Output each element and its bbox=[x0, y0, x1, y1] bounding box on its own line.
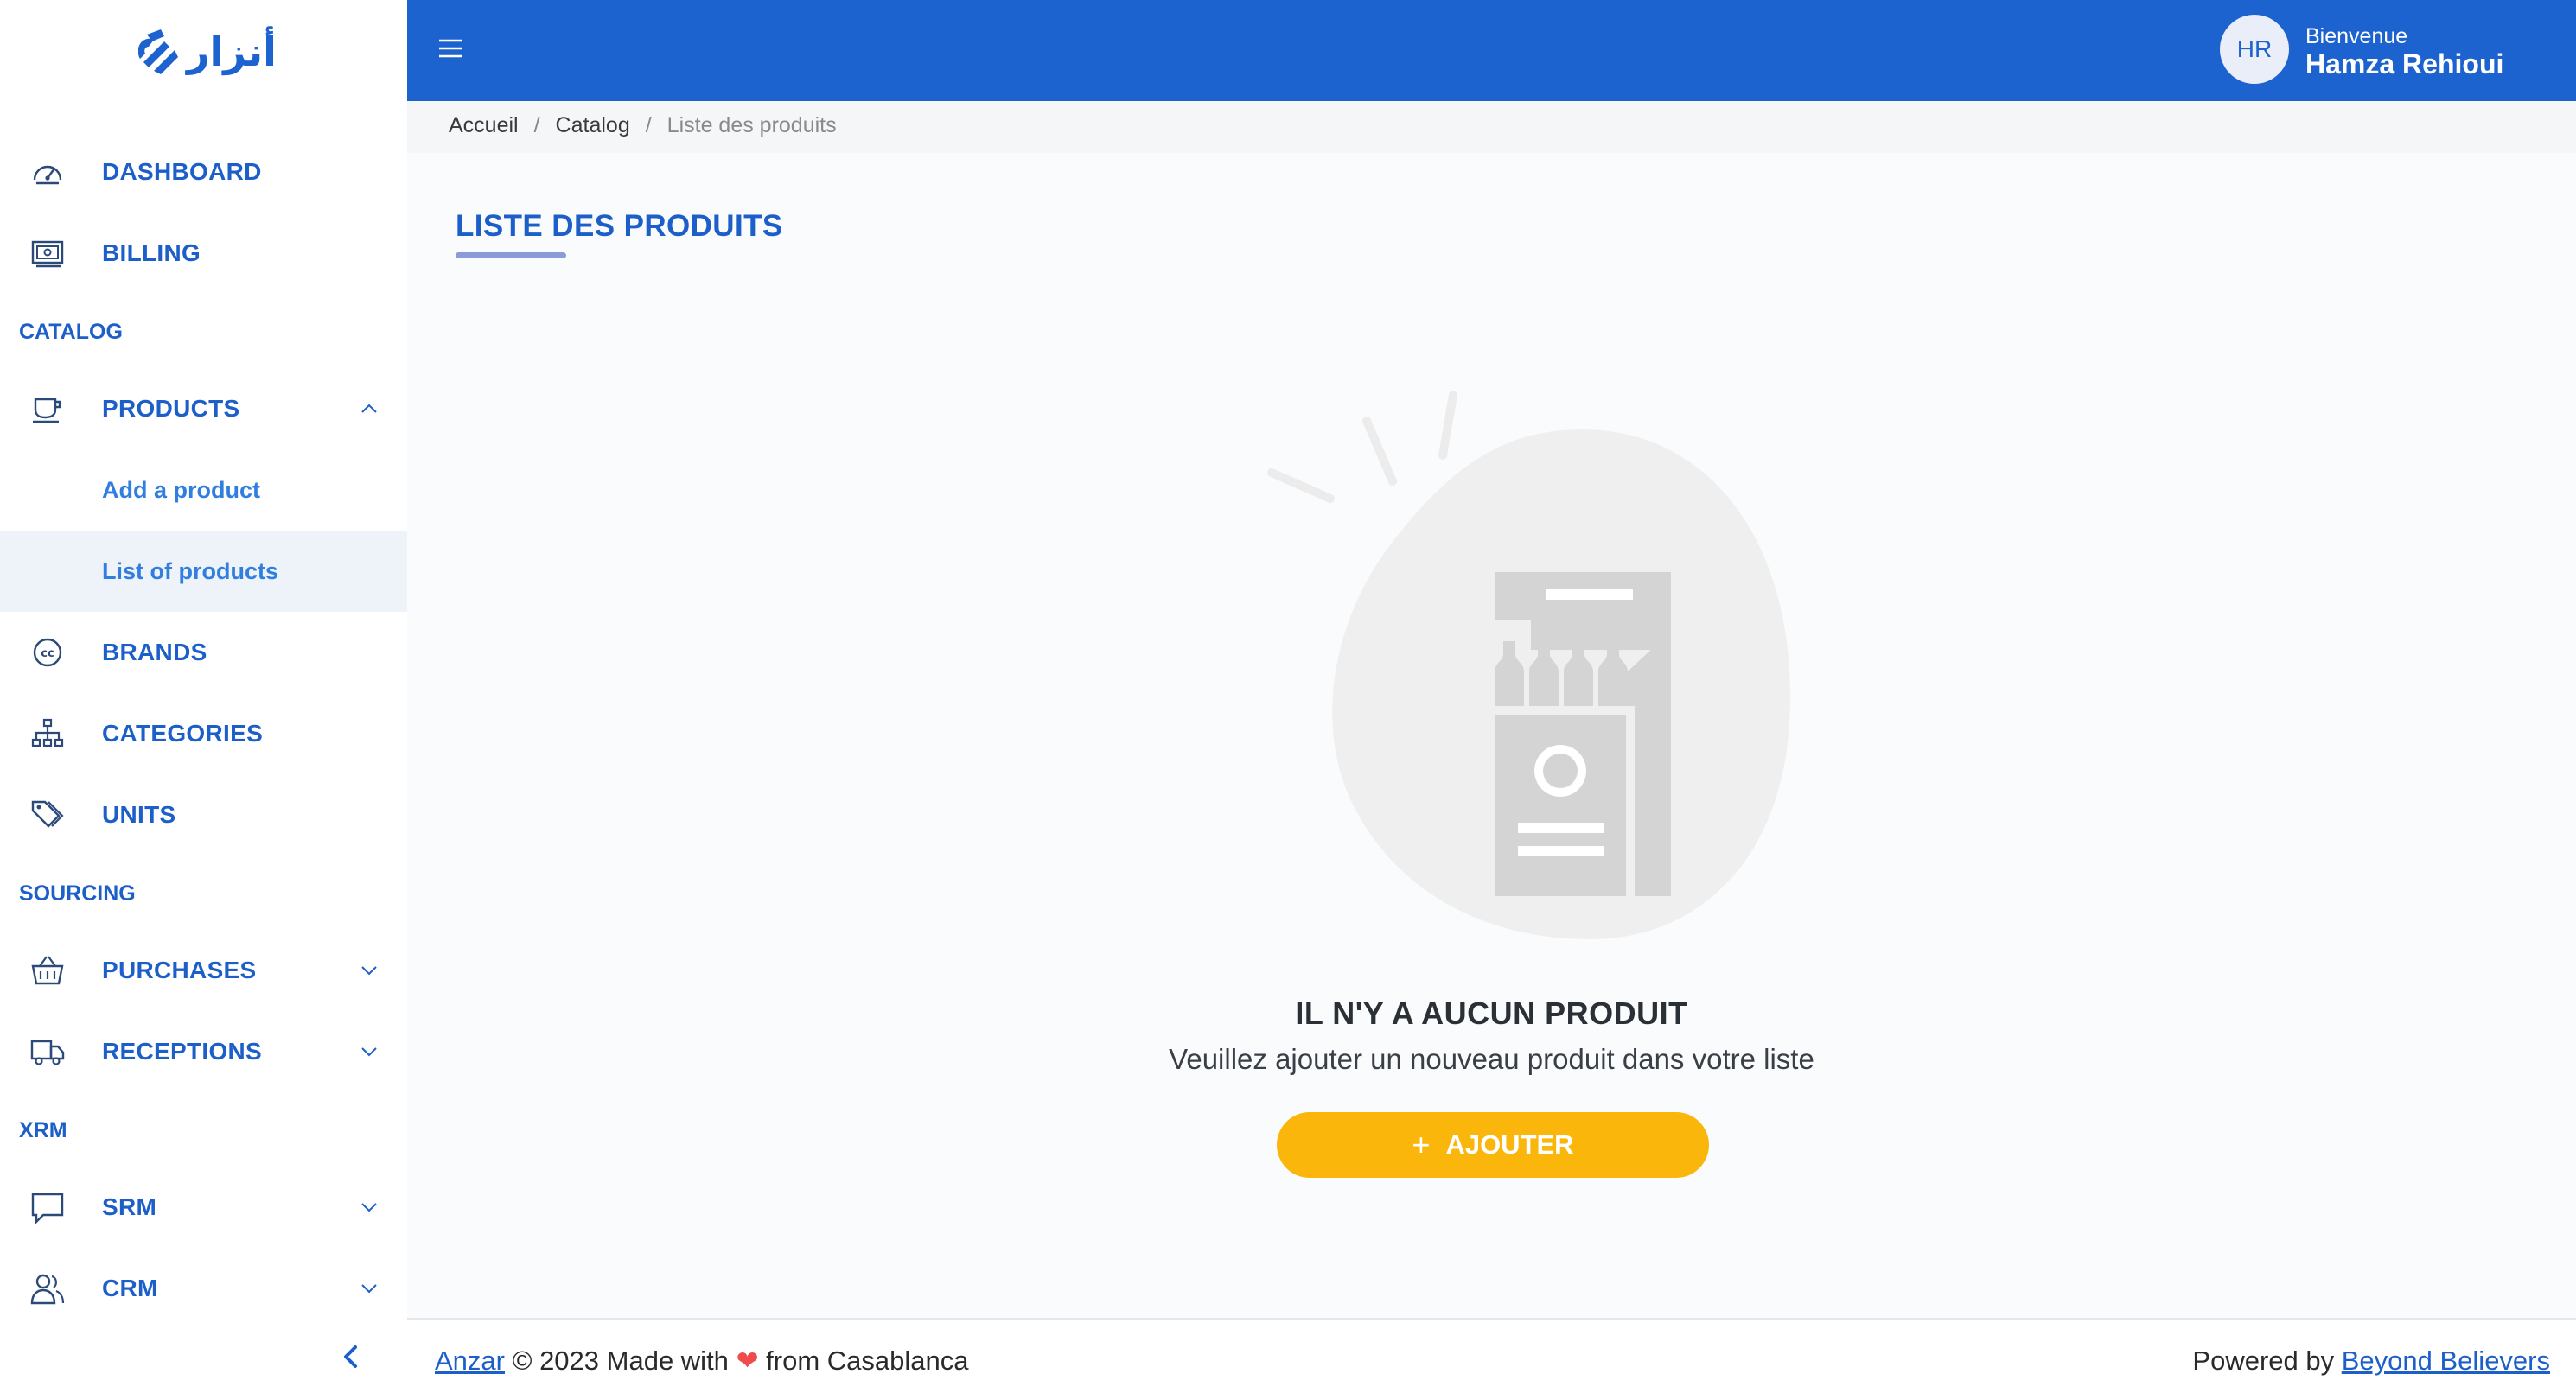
users-icon bbox=[30, 1274, 65, 1305]
chevron-down-icon bbox=[361, 966, 377, 976]
welcome-text: Bienvenue bbox=[2305, 24, 2408, 48]
section-title-catalog: CATALOG bbox=[19, 320, 123, 344]
sidebar-subitem-label: Add a product bbox=[102, 476, 260, 503]
sidebar-item-label: UNITS bbox=[102, 801, 176, 828]
breadcrumb-current: Liste des produits bbox=[666, 113, 837, 137]
sidebar-subitem-list-products[interactable]: List of products bbox=[0, 531, 407, 612]
svg-text:cc: cc bbox=[41, 647, 54, 660]
sidebar-item-label: BRANDS bbox=[102, 639, 207, 665]
footer-powered: Powered by Beyond Believers bbox=[2192, 1345, 2550, 1377]
plus-icon: + bbox=[1412, 1127, 1431, 1162]
section-title-sourcing: SOURCING bbox=[19, 881, 136, 906]
sidebar-item-label: CRM bbox=[102, 1275, 158, 1301]
breadcrumb-separator: / bbox=[645, 113, 652, 137]
sidebar-item-label: BILLING bbox=[102, 239, 201, 266]
chat-bubble-icon bbox=[31, 1193, 64, 1224]
sidebar-subitem-label: List of products bbox=[102, 557, 278, 584]
title-underline bbox=[456, 252, 566, 258]
sidebar-item-crm[interactable]: CRM bbox=[0, 1248, 407, 1329]
brand-logo[interactable]: أنزار bbox=[130, 16, 277, 85]
breadcrumb: Accueil / Catalog / Liste des produits bbox=[449, 113, 837, 138]
main-content: LISTE DES PRODUITS IL N'Y A AUCUN PRODUI… bbox=[407, 153, 2576, 1318]
gauge-icon bbox=[33, 165, 62, 185]
sidebar-item-categories[interactable]: CATEGORIES bbox=[0, 693, 407, 774]
sidebar-item-products[interactable]: PRODUCTS bbox=[0, 368, 407, 449]
sidebar-item-units[interactable]: UNITS bbox=[0, 774, 407, 856]
sidebar-item-label: CATEGORIES bbox=[102, 720, 264, 747]
user-name[interactable]: Hamza Rehioui bbox=[2305, 48, 2503, 80]
add-button-label: AJOUTER bbox=[1445, 1129, 1574, 1160]
footer-made-with: © 2023 Made with bbox=[512, 1345, 729, 1376]
hierarchy-icon bbox=[31, 718, 64, 747]
empty-state-subtitle: Veuillez ajouter un nouveau produit dans… bbox=[1169, 1043, 1814, 1075]
sidebar-item-srm[interactable]: SRM bbox=[0, 1167, 407, 1248]
svg-text:أنزار: أنزار bbox=[185, 26, 277, 75]
collapse-sidebar-icon[interactable] bbox=[335, 1341, 367, 1372]
sidebar-item-label: SRM bbox=[102, 1193, 157, 1220]
sidebar-item-receptions[interactable]: RECEPTIONS bbox=[0, 1011, 407, 1092]
topbar: HR Bienvenue Hamza Rehioui bbox=[407, 0, 2576, 101]
footer-powered-by: Powered by bbox=[2192, 1345, 2335, 1376]
breadcrumb-bar: Accueil / Catalog / Liste des produits bbox=[407, 101, 2576, 153]
truck-icon bbox=[30, 1040, 65, 1065]
footer-from: from Casablanca bbox=[766, 1345, 969, 1376]
sidebar-item-label: PURCHASES bbox=[102, 957, 257, 983]
page-title: LISTE DES PRODUITS bbox=[456, 209, 783, 243]
empty-products-illustration bbox=[1267, 391, 1790, 939]
chevron-down-icon bbox=[361, 1047, 377, 1057]
section-title-xrm: XRM bbox=[19, 1118, 67, 1142]
chevron-down-icon bbox=[361, 1203, 377, 1212]
breadcrumb-separator: / bbox=[533, 113, 540, 137]
footer-brand-link[interactable]: Anzar bbox=[435, 1345, 505, 1376]
sidebar-item-billing[interactable]: BILLING bbox=[0, 213, 407, 294]
footer-credits: Anzar © 2023 Made with ❤ from Casablanca bbox=[435, 1345, 969, 1377]
tags-icon bbox=[31, 800, 64, 828]
cup-icon bbox=[33, 398, 61, 423]
breadcrumb-home[interactable]: Accueil bbox=[449, 113, 519, 138]
breadcrumb-catalog[interactable]: Catalog bbox=[556, 113, 630, 138]
bill-icon bbox=[31, 240, 64, 268]
sidebar-item-brands[interactable]: cc BRANDS bbox=[0, 612, 407, 693]
copyright-circle-icon: cc bbox=[33, 638, 62, 667]
add-product-button[interactable]: + AJOUTER bbox=[1277, 1112, 1709, 1178]
sidebar-item-purchases[interactable]: PURCHASES bbox=[0, 930, 407, 1011]
chevron-down-icon bbox=[361, 1284, 377, 1294]
footer: Anzar © 2023 Made with ❤ from Casablanca… bbox=[407, 1318, 2576, 1393]
footer-powered-link[interactable]: Beyond Believers bbox=[2342, 1345, 2550, 1376]
sidebar: أنزار DASHBOARD BILLING CATALOG PRODUCTS bbox=[0, 0, 407, 1393]
sidebar-subitem-add-product[interactable]: Add a product bbox=[0, 449, 407, 531]
sidebar-item-label: PRODUCTS bbox=[102, 395, 240, 422]
heart-icon: ❤ bbox=[736, 1345, 759, 1376]
empty-state-title: IL N'Y A AUCUN PRODUIT bbox=[1295, 995, 1688, 1031]
sidebar-item-label: DASHBOARD bbox=[102, 158, 262, 185]
basket-icon bbox=[31, 956, 64, 985]
chevron-up-icon bbox=[361, 404, 377, 413]
sidebar-item-dashboard[interactable]: DASHBOARD bbox=[0, 131, 407, 213]
menu-icon[interactable] bbox=[437, 35, 464, 62]
avatar[interactable]: HR bbox=[2220, 15, 2289, 84]
sidebar-item-label: RECEPTIONS bbox=[102, 1038, 263, 1065]
